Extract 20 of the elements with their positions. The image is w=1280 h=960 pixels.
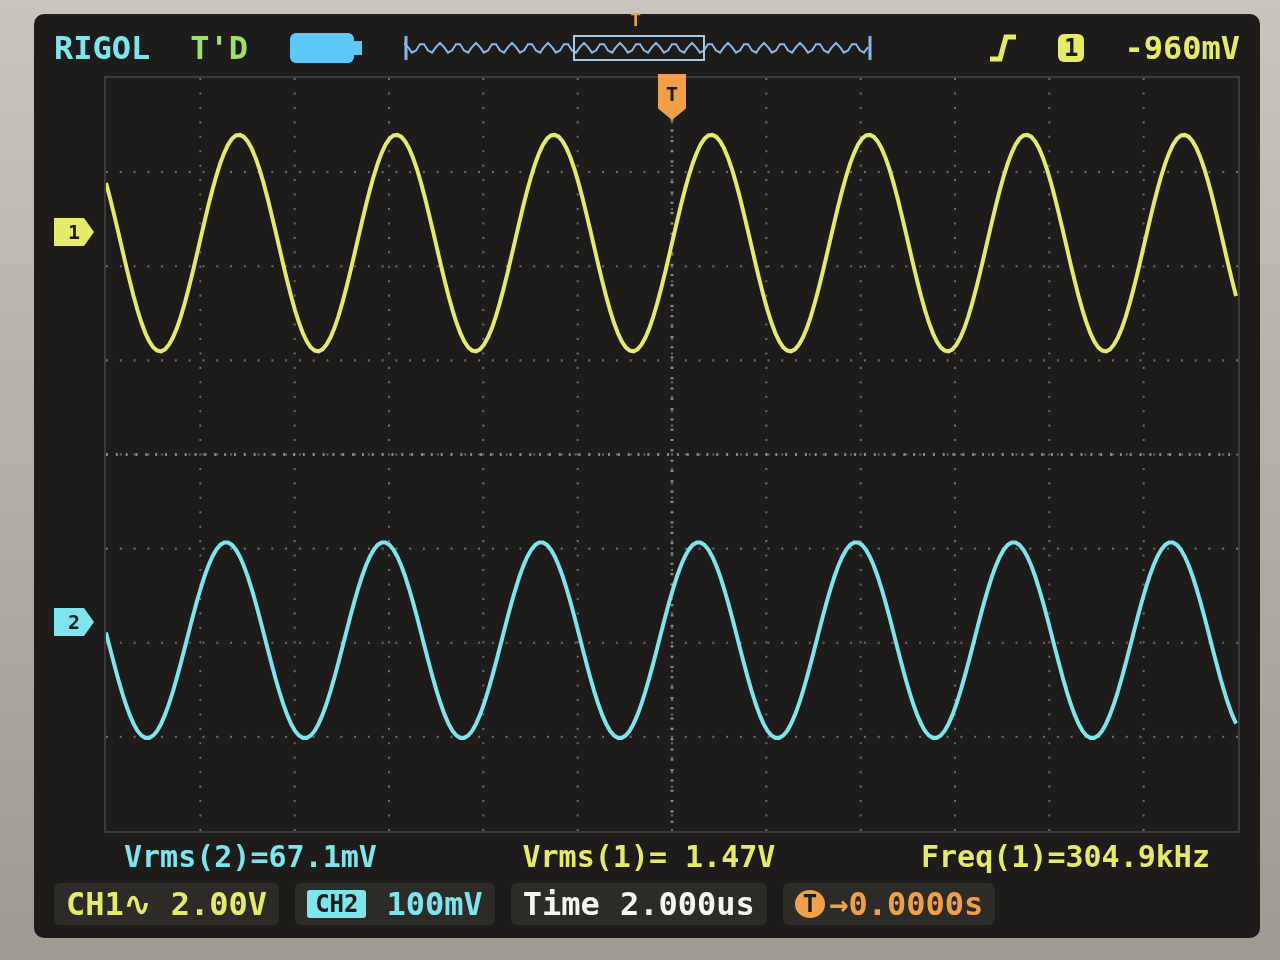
channel-marker: 1: [54, 218, 94, 246]
measurement-readout: Vrms(2)=67.1mV: [124, 839, 377, 874]
channel-label: CH1∿: [66, 885, 151, 923]
channel-marker: 2: [54, 608, 94, 636]
measurement-readout: Freq(1)=304.9kHz: [921, 839, 1210, 874]
trigger-icon: T: [794, 890, 826, 918]
time-value: 2.000us: [619, 885, 755, 923]
measurement-readout: Vrms(1)= 1.47V: [522, 839, 776, 874]
channel-label: CH2: [307, 890, 367, 918]
time-label: Time: [522, 885, 600, 923]
battery-icon: [288, 31, 365, 65]
trigger-offset: →0.0000s: [829, 885, 984, 923]
trigger-position-marker: T: [630, 9, 641, 30]
trigger-level: -960mV: [1124, 29, 1240, 67]
trigger-status: T'D: [190, 29, 249, 67]
trigger-marker: T: [658, 74, 686, 120]
trigger-source-label: 1: [1057, 34, 1085, 62]
brand-label: RIGOL: [54, 29, 151, 67]
channel-scale: 100mV: [386, 885, 483, 923]
channel-scale: 2.00V: [170, 885, 268, 923]
